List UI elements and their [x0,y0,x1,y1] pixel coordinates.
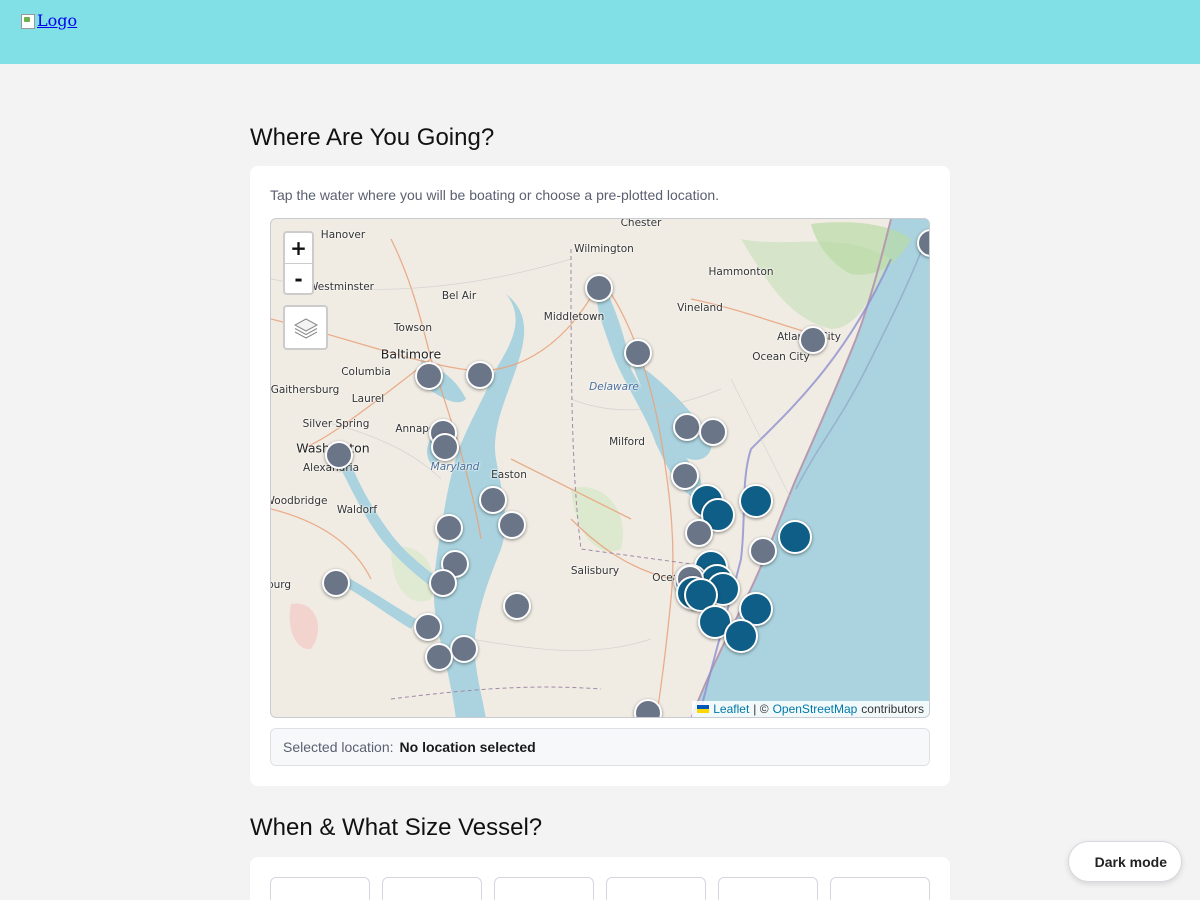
location-marker[interactable] [450,635,478,663]
location-marker[interactable] [435,514,463,542]
location-marker[interactable] [498,511,526,539]
map-label-silver-spring: Silver Spring [302,418,370,430]
map-label-vineland: Vineland [677,302,723,314]
layers-icon [293,317,318,339]
location-marker[interactable] [685,519,713,547]
map-label-chester: Chester [620,218,662,229]
location-marker[interactable] [415,362,443,390]
location-marker[interactable] [325,441,353,469]
date-option[interactable] [270,877,370,900]
leaflet-link[interactable]: Leaflet [713,702,749,716]
map-label-hammonton: Hammonton [708,266,774,278]
location-marker[interactable] [585,274,613,302]
map-label-hanover: Hanover [320,229,366,241]
map-attribution: Leaflet | © OpenStreetMap contributors [692,701,929,717]
broken-image-icon [20,13,36,29]
map-label-baltimore: Baltimore [380,346,442,362]
dark-mode-label: Dark mode [1094,853,1167,870]
location-card: Tap the water where you will be boating … [250,166,950,786]
location-map[interactable]: Chester Hanover Wilmington Hammonton Wes… [270,218,930,718]
map-label-waldorf: Waldorf [336,504,378,516]
map-label-bel-air: Bel Air [441,290,477,302]
map-instructions: Tap the water where you will be boating … [270,187,720,203]
logo-alt-text: Logo [37,11,78,30]
date-option[interactable] [606,877,706,900]
location-marker[interactable] [414,613,442,641]
location-marker[interactable] [673,413,701,441]
selected-location-label: Selected location: [283,739,394,755]
map-label-wilmington: Wilmington [574,243,634,255]
attribution-contributors: contributors [861,702,924,716]
location-marker[interactable] [429,569,457,597]
map-label-laurel: Laurel [351,393,385,405]
map-label-delaware: Delaware [589,381,639,393]
top-header-bar: Logo [0,0,1200,64]
map-label-ocean-city-nj: Ocean City [752,351,810,363]
map-label-burg: burg [271,579,292,591]
zoom-out-button[interactable]: - [285,263,312,293]
map-label-woodbridge: Woodbridge [270,495,328,507]
map-label-maryland: Maryland [430,461,480,473]
zoom-control: + - [283,231,314,295]
date-option[interactable] [494,877,594,900]
ukraine-flag-icon [697,705,710,713]
selected-location-value: No location selected [399,739,536,755]
dark-mode-toggle[interactable]: Dark mode [1068,841,1182,882]
location-marker-featured[interactable] [724,619,758,653]
date-option[interactable] [830,877,930,900]
location-marker-featured[interactable] [739,484,773,518]
map-label-towson: Towson [393,322,433,334]
map-label-westminster: Westminster [308,281,374,293]
location-marker[interactable] [624,339,652,367]
location-marker[interactable] [699,418,727,446]
location-marker[interactable] [503,592,531,620]
section-title-location: Where Are You Going? [250,124,495,151]
map-label-salisbury: Salisbury [570,565,620,577]
selected-location-box: Selected location: No location selected [270,728,930,766]
map-label-easton: Easton [491,469,527,481]
layers-button[interactable] [283,305,328,350]
zoom-in-button[interactable]: + [285,233,312,263]
attribution-separator: | © [753,702,769,716]
location-marker[interactable] [322,569,350,597]
location-marker[interactable] [431,433,459,461]
location-marker[interactable] [671,462,699,490]
logo-link[interactable]: Logo [20,11,77,30]
location-marker[interactable] [466,361,494,389]
location-marker[interactable] [799,326,827,354]
location-marker[interactable] [479,486,507,514]
date-option[interactable] [718,877,818,900]
map-label-milford: Milford [609,436,645,448]
map-label-gaithersburg: Gaithersburg [270,384,340,396]
date-option[interactable] [382,877,482,900]
vessel-card [250,857,950,900]
map-label-columbia: Columbia [341,366,391,378]
location-marker[interactable] [749,537,777,565]
location-marker[interactable] [425,643,453,671]
openstreetmap-link[interactable]: OpenStreetMap [773,702,858,716]
location-marker-featured[interactable] [778,520,812,554]
section-title-vessel: When & What Size Vessel? [250,814,543,841]
map-label-middletown: Middletown [543,311,605,323]
